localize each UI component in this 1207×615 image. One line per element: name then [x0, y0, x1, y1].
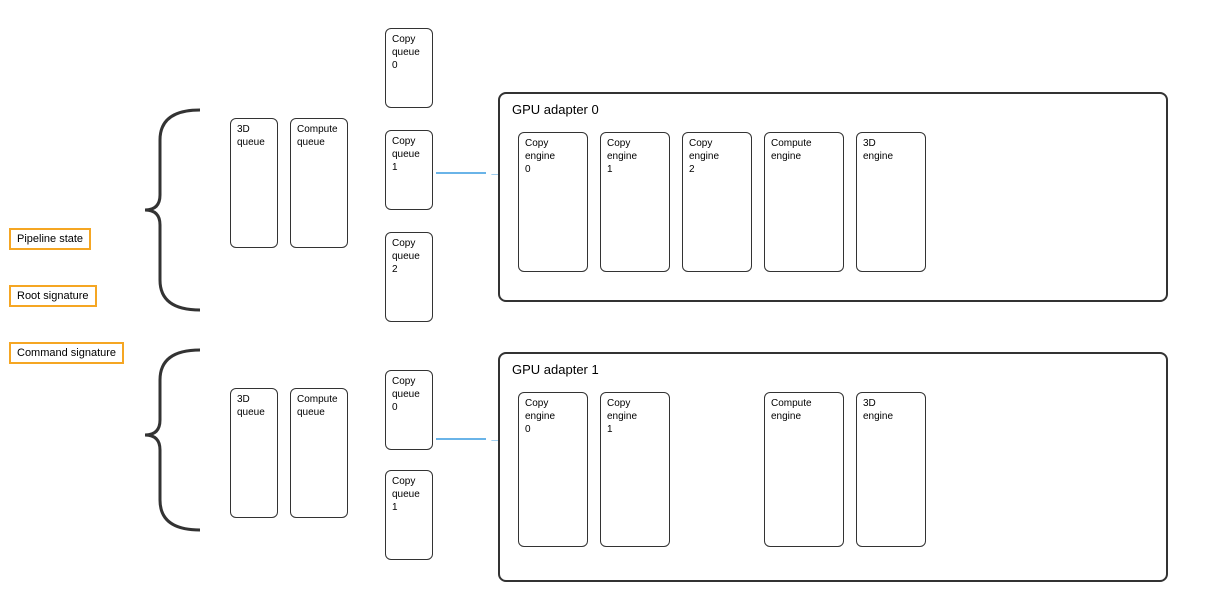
top-copy-queue-0: Copy queue 0 [385, 28, 433, 108]
3d-engine-gpu0: 3Dengine [856, 132, 926, 272]
compute-engine-gpu0: Computeengine [764, 132, 844, 272]
copy-engine-1-gpu1: Copyengine1 [600, 392, 670, 547]
bot-copy-queue-0: Copyqueue0 [385, 370, 433, 450]
3d-engine-gpu1: 3Dengine [856, 392, 926, 547]
bot-copy-queue-1: Copyqueue1 [385, 470, 433, 560]
top-compute-queue: Compute queue [290, 118, 348, 248]
root-signature-label: Root signature [9, 285, 97, 307]
command-signature-label: Command signature [9, 342, 124, 364]
gpu-adapter-1: GPU adapter 1 Copyengine0 Copyengine1 Co… [498, 352, 1168, 582]
copy-engine-0-gpu1: Copyengine0 [518, 392, 588, 547]
top-copy-queue-2: Copy queue 2 [385, 232, 433, 322]
brace-top [140, 100, 220, 320]
top-copy-queue-1: Copy queue 1 [385, 130, 433, 210]
arrow-top: → [436, 164, 504, 182]
brace-bottom [140, 340, 220, 540]
copy-engine-1-gpu0: Copyengine1 [600, 132, 670, 272]
bot-compute-queue: Computequeue [290, 388, 348, 518]
top-3d-queue: 3D queue [230, 118, 278, 248]
diagram: Pipeline state Root signature Command si… [0, 0, 1207, 615]
arrow-bottom: → [436, 430, 504, 448]
gpu-adapter-0: GPU adapter 0 Copyengine0 Copyengine1 Co… [498, 92, 1168, 302]
gpu-adapter-1-title: GPU adapter 1 [512, 362, 599, 377]
gpu-adapter-0-title: GPU adapter 0 [512, 102, 599, 117]
copy-engine-0-gpu0: Copyengine0 [518, 132, 588, 272]
compute-engine-gpu1: Computeengine [764, 392, 844, 547]
copy-engine-2-gpu0: Copyengine2 [682, 132, 752, 272]
pipeline-state-label: Pipeline state [9, 228, 91, 250]
bot-3d-queue: 3Dqueue [230, 388, 278, 518]
